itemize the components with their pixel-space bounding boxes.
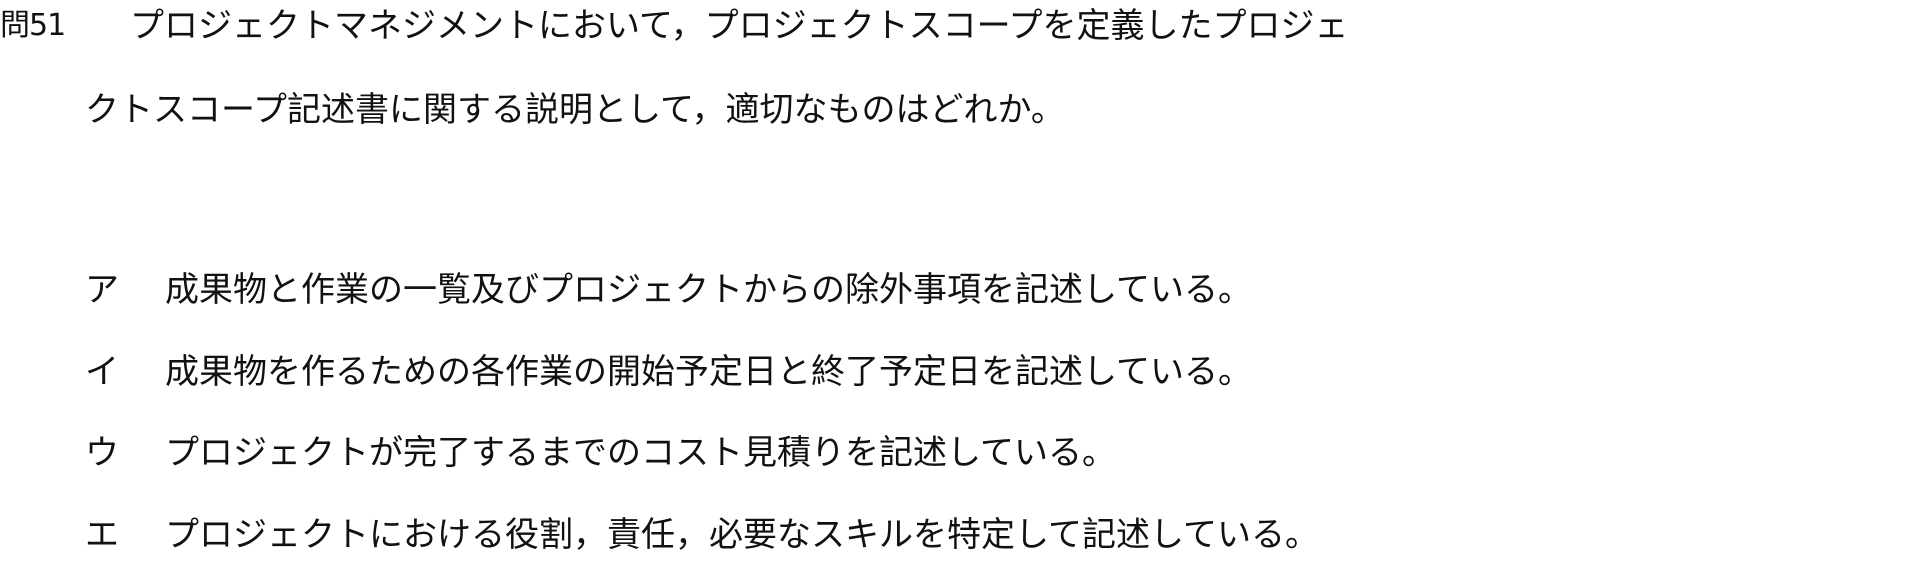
choice-a-mark: ア: [85, 270, 119, 310]
choice-i-mark: イ: [85, 352, 119, 392]
question-text-line1: プロジェクトマネジメントにおいて，プロジェクトスコープを定義したプロジェ: [130, 6, 1349, 46]
choice-i-text: 成果物を作るための各作業の開始予定日と終了予定日を記述している。: [165, 352, 1252, 392]
choice-a-text: 成果物と作業の一覧及びプロジェクトからの除外事項を記述している。: [165, 270, 1252, 310]
choice-e-text: プロジェクトにおける役割，責任，必要なスキルを特定して記述している。: [165, 515, 1319, 555]
question-number: 問51: [0, 8, 66, 43]
choice-e-mark: エ: [85, 515, 119, 555]
choice-a: ア 成果物と作業の一覧及びプロジェクトからの除外事項を記述している。: [85, 270, 1252, 310]
question-text-line2: クトスコープ記述書に関する説明として，適切なものはどれか。: [85, 90, 1065, 130]
choice-u: ウ プロジェクトが完了するまでのコスト見積りを記述している。: [85, 433, 1116, 473]
choice-i: イ 成果物を作るための各作業の開始予定日と終了予定日を記述している。: [85, 352, 1252, 392]
choice-u-mark: ウ: [85, 433, 119, 473]
choice-u-text: プロジェクトが完了するまでのコスト見積りを記述している。: [165, 433, 1116, 473]
choice-e: エ プロジェクトにおける役割，責任，必要なスキルを特定して記述している。: [85, 515, 1319, 555]
